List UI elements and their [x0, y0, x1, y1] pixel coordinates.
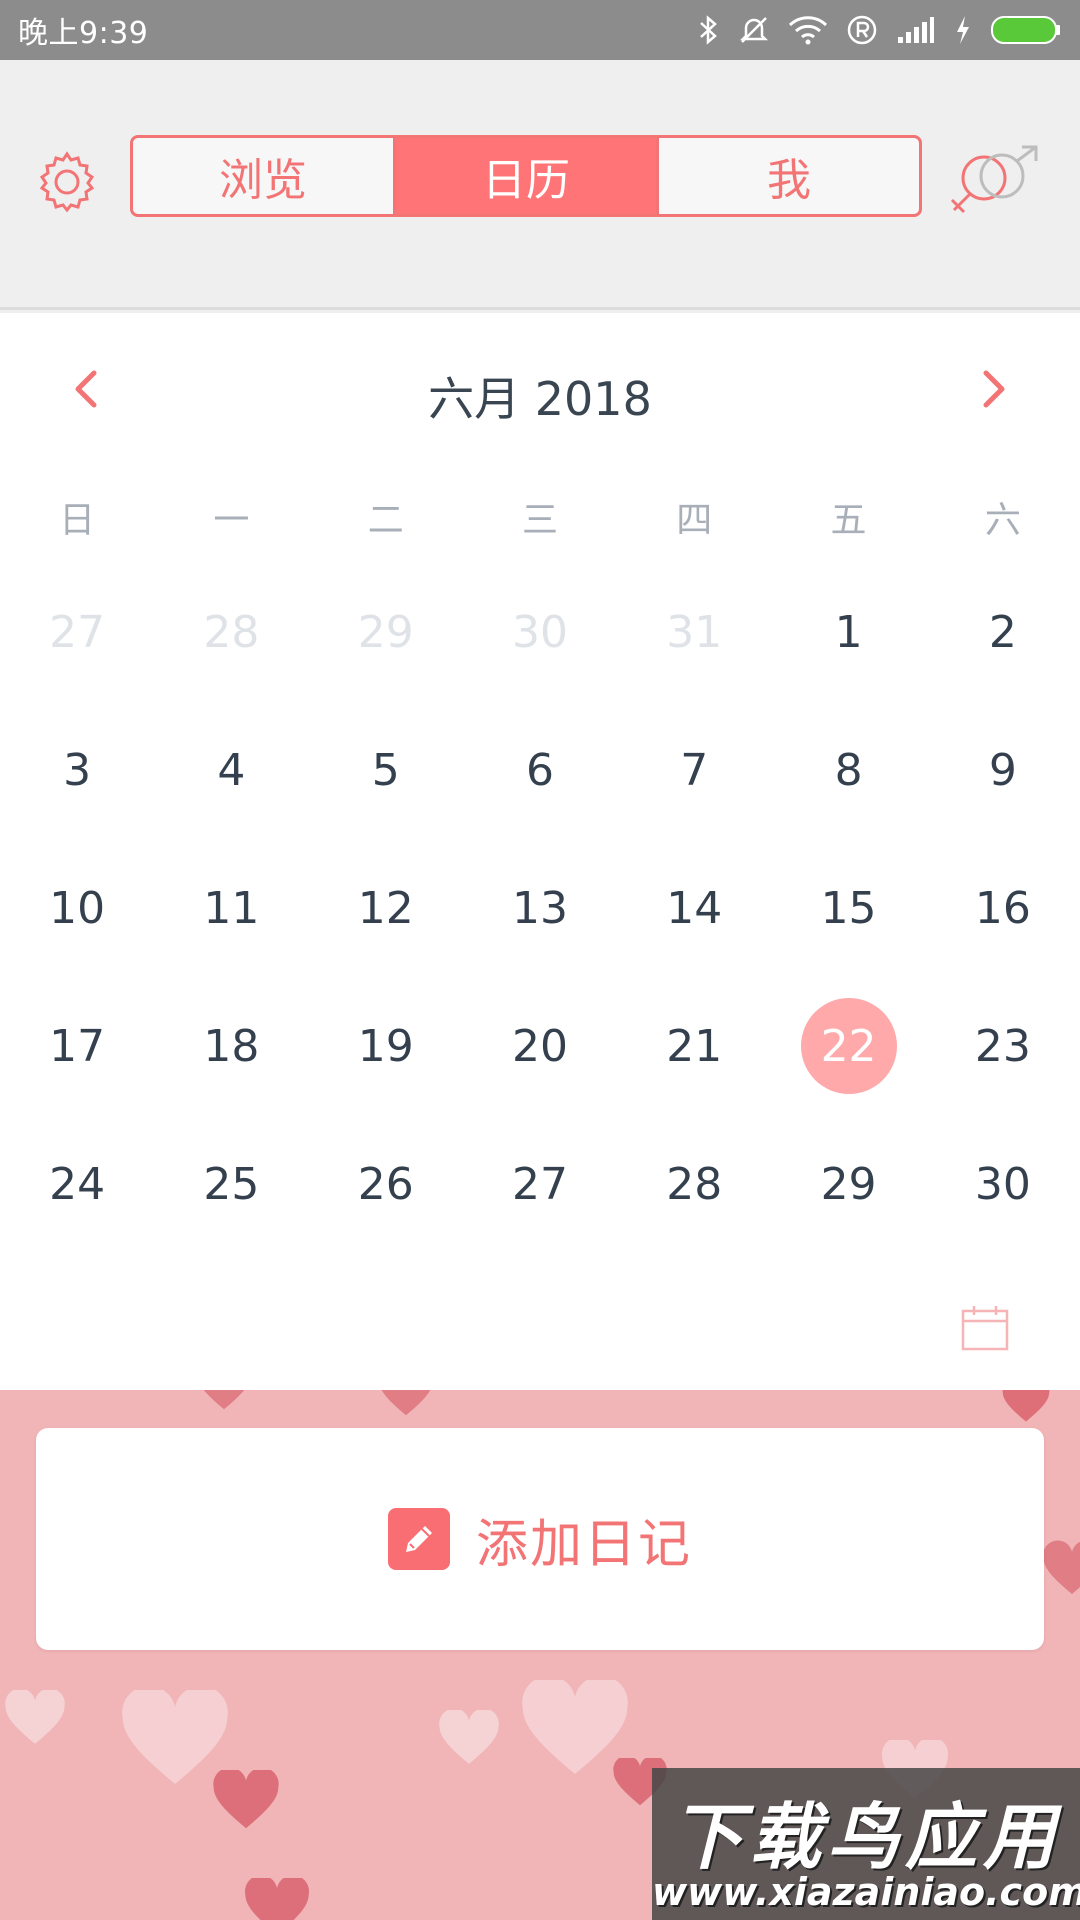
heart-decoration-icon — [203, 1390, 245, 1410]
gender-switch-button[interactable] — [948, 144, 1044, 218]
day-cell[interactable]: 5 — [309, 701, 463, 839]
week-row: 17 18 19 20 21 22 23 — [0, 977, 1080, 1115]
calendar-nav: 六月 2018 — [0, 313, 1080, 473]
weekday-label: 六 — [984, 500, 1021, 541]
day-cell[interactable]: 20 — [463, 977, 617, 1115]
charging-icon — [957, 16, 969, 44]
day-cell[interactable]: 9 — [926, 701, 1080, 839]
watermark-title: 下载鸟应用 — [670, 1795, 1061, 1879]
day-cell[interactable]: 11 — [154, 839, 308, 977]
weekday-label: 日 — [59, 500, 96, 541]
weekday-label: 四 — [676, 500, 713, 541]
tab-calendar[interactable]: 日历 — [396, 138, 659, 214]
day-cell[interactable]: 4 — [154, 701, 308, 839]
day-cell[interactable]: 18 — [154, 977, 308, 1115]
day-cell[interactable]: 10 — [0, 839, 154, 977]
battery-icon — [991, 16, 1060, 44]
watermark-logo: 下载鸟应用 www.xiazainiao.com — [652, 1768, 1080, 1920]
day-cell[interactable]: 30 — [926, 1115, 1080, 1253]
watermark-url: www.xiazainiao.com — [652, 1870, 1080, 1914]
gender-symbol-icon — [950, 145, 1038, 214]
heart-decoration-icon — [381, 1390, 431, 1416]
day-cell[interactable]: 3 — [0, 701, 154, 839]
tab-me[interactable]: 我 — [659, 138, 919, 214]
day-cell[interactable]: 26 — [309, 1115, 463, 1253]
weekday-header: 日 一 二 三 四 五 六 — [0, 491, 1080, 543]
week-row: 24 25 26 27 28 29 30 — [0, 1115, 1080, 1253]
day-cell-prev-month[interactable]: 31 — [617, 563, 771, 701]
status-icons — [698, 14, 1062, 46]
day-cell[interactable]: 1 — [771, 563, 925, 701]
heart-decoration-icon — [244, 1878, 310, 1920]
tab-browse[interactable]: 浏览 — [133, 138, 396, 214]
day-cell[interactable]: 7 — [617, 701, 771, 839]
calendar-icon — [961, 1306, 1009, 1351]
heart-decoration-icon — [5, 1690, 65, 1744]
signal-icon — [898, 17, 934, 43]
day-cell[interactable]: 21 — [617, 977, 771, 1115]
bluetooth-icon — [700, 15, 717, 45]
wifi-icon — [788, 16, 828, 45]
day-cell-prev-month[interactable]: 27 — [0, 563, 154, 701]
day-cell-prev-month[interactable]: 29 — [309, 563, 463, 701]
day-cell[interactable]: 14 — [617, 839, 771, 977]
weekday-label: 二 — [367, 500, 404, 541]
day-cell[interactable]: 28 — [617, 1115, 771, 1253]
weekday-label: 一 — [213, 500, 250, 541]
weekday-label: 三 — [521, 500, 558, 541]
day-cell-prev-month[interactable]: 30 — [463, 563, 617, 701]
week-row: 27 28 29 30 31 1 2 — [0, 563, 1080, 701]
add-diary-button[interactable]: 添加日记 — [36, 1428, 1044, 1650]
status-bar: 晚上9:39 — [0, 0, 1080, 60]
chevron-right-icon — [983, 370, 1005, 408]
settings-button[interactable] — [34, 148, 100, 214]
day-cell[interactable]: 13 — [463, 839, 617, 977]
day-cell[interactable]: 25 — [154, 1115, 308, 1253]
next-month-button[interactable] — [968, 359, 1018, 419]
heart-decoration-icon — [213, 1770, 279, 1829]
calendar-grid: 27 28 29 30 31 1 2 3 4 5 6 7 8 9 10 11 1… — [0, 563, 1080, 1253]
day-cell[interactable]: 15 — [771, 839, 925, 977]
add-diary-label: 添加日记 — [475, 1514, 692, 1575]
day-cell[interactable]: 27 — [463, 1115, 617, 1253]
pencil-icon — [387, 1508, 450, 1570]
day-cell[interactable]: 12 — [309, 839, 463, 977]
calendar-panel: 六月 2018 日 一 二 三 四 五 六 27 28 29 30 31 1 2… — [0, 313, 1080, 1390]
heart-decoration-icon — [1002, 1390, 1050, 1422]
week-row: 3 4 5 6 7 8 9 — [0, 701, 1080, 839]
main-tab-segment: 浏览 日历 我 — [130, 135, 922, 217]
weekday-label: 五 — [830, 500, 867, 541]
day-cell[interactable]: 19 — [309, 977, 463, 1115]
day-cell-prev-month[interactable]: 28 — [154, 563, 308, 701]
gear-icon — [39, 151, 95, 213]
day-cell[interactable]: 29 — [771, 1115, 925, 1253]
week-row: 10 11 12 13 14 15 16 — [0, 839, 1080, 977]
heart-decoration-icon — [439, 1710, 499, 1764]
status-time: 晚上9:39 — [18, 16, 149, 51]
month-title: 六月 2018 — [428, 372, 652, 426]
heart-decoration-icon — [1043, 1540, 1080, 1594]
registered-icon — [847, 15, 877, 45]
day-cell[interactable]: 16 — [926, 839, 1080, 977]
day-cell[interactable]: 23 — [926, 977, 1080, 1115]
calendar-today-button[interactable] — [960, 1303, 1010, 1353]
top-header: 浏览 日历 我 — [0, 60, 1080, 310]
day-cell[interactable]: 24 — [0, 1115, 154, 1253]
mute-bell-icon — [739, 17, 769, 43]
day-cell[interactable]: 17 — [0, 977, 154, 1115]
day-cell-selected[interactable]: 22 — [771, 977, 925, 1115]
day-cell[interactable]: 8 — [771, 701, 925, 839]
day-cell[interactable]: 2 — [926, 563, 1080, 701]
day-cell[interactable]: 6 — [463, 701, 617, 839]
